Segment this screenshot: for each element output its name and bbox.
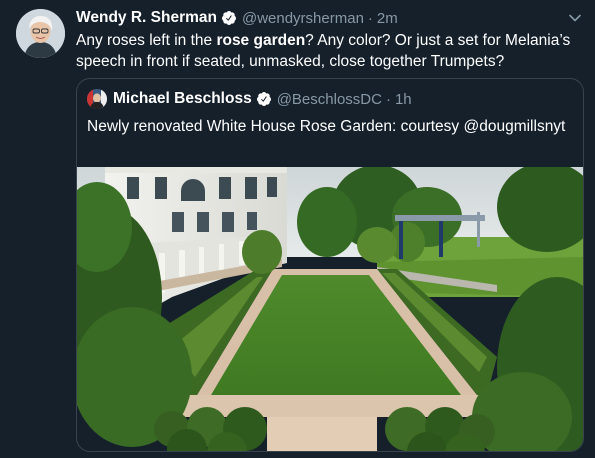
verified-badge-icon — [221, 10, 237, 26]
quoted-tweet-header: Michael Beschloss @BeschlossDC · 1h — [87, 89, 412, 109]
quoted-author-name: Michael Beschloss — [113, 90, 252, 107]
tweet-text-part1: Any roses left in the — [76, 32, 217, 49]
tweet: Wendy R. Sherman @wendyrsherman · 2m Any… — [0, 0, 595, 458]
header-separator: · — [367, 9, 373, 27]
tweet-text: Any roses left in the rose garden? Any c… — [76, 30, 588, 72]
author-avatar-image — [16, 9, 65, 58]
more-options-button[interactable] — [566, 9, 584, 27]
author-avatar[interactable] — [16, 9, 65, 58]
quoted-header-separator: · — [385, 90, 391, 108]
verified-badge-icon — [256, 91, 272, 107]
author-handle[interactable]: @wendyrsherman — [242, 10, 364, 27]
tweet-timestamp[interactable]: 2m — [377, 10, 398, 27]
quoted-tweet-text: Newly renovated White House Rose Garden:… — [87, 118, 566, 135]
tweet-header: Wendy R. Sherman @wendyrsherman · 2m — [76, 8, 398, 28]
quoted-author-handle: @BeschlossDC — [276, 90, 382, 108]
quoted-tweet-card[interactable]: Michael Beschloss @BeschlossDC · 1h Newl… — [76, 78, 584, 452]
quoted-tweet-timestamp: 1h — [394, 90, 412, 108]
tweet-text-bold: rose garden — [216, 32, 306, 49]
quoted-author-avatar-image — [87, 89, 107, 109]
rose-garden-photo[interactable] — [77, 167, 584, 452]
quoted-author-avatar[interactable] — [87, 89, 107, 109]
chevron-down-icon — [569, 14, 581, 22]
author-name[interactable]: Wendy R. Sherman — [76, 9, 217, 27]
